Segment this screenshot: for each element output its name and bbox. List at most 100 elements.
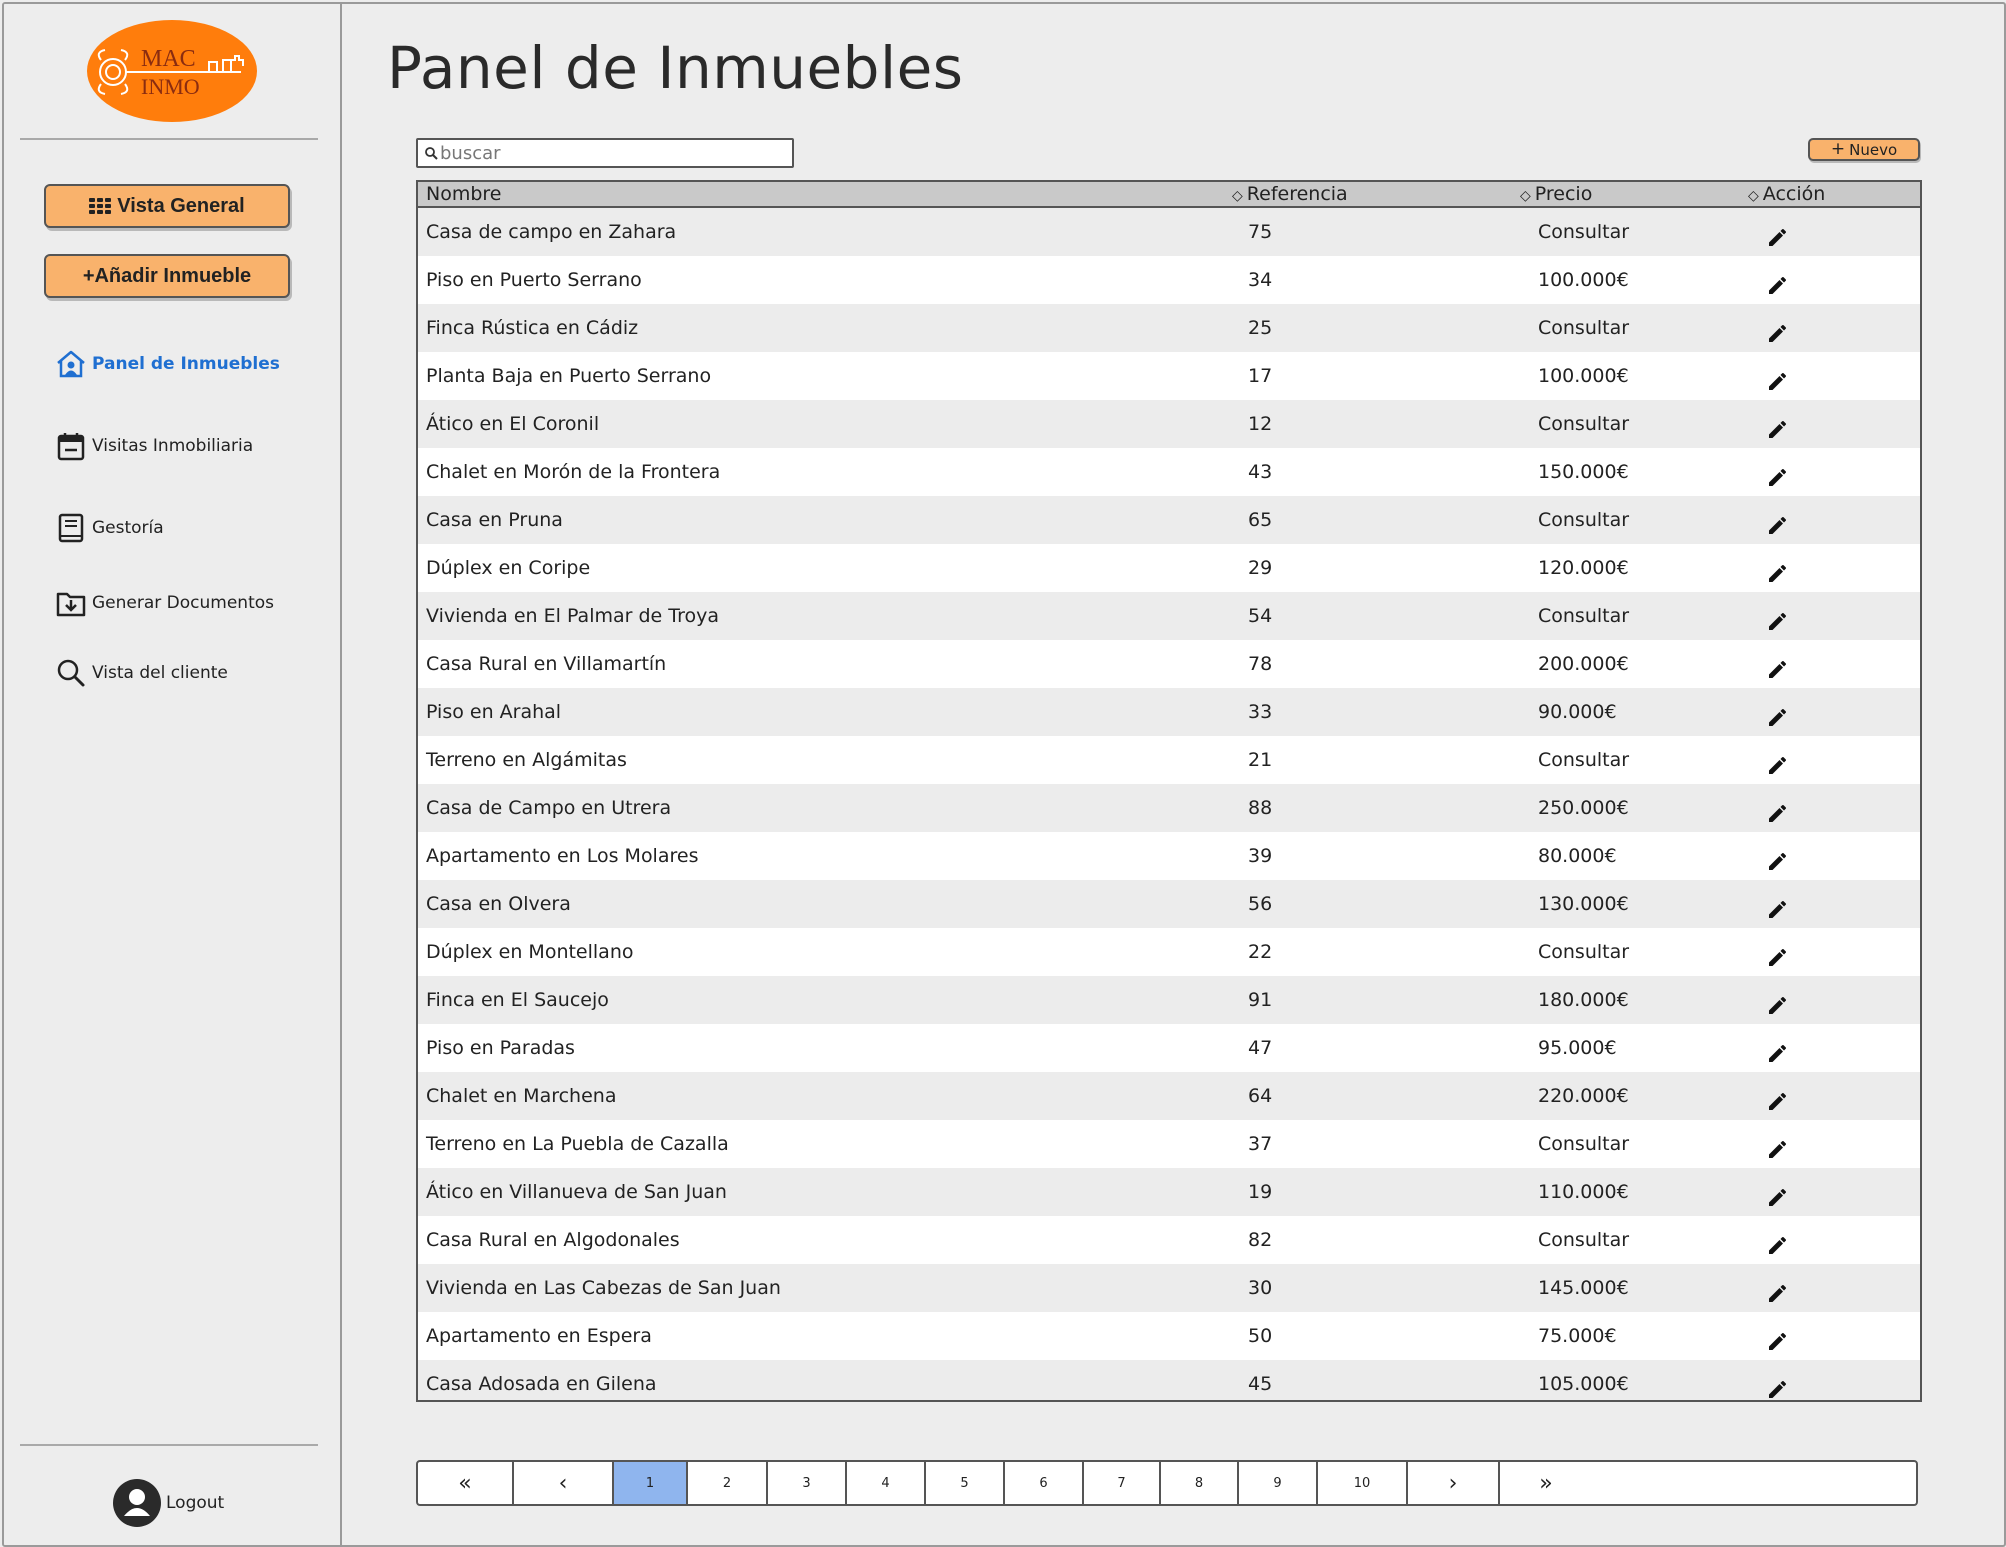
edit-button[interactable] xyxy=(1766,891,1792,918)
column-header-price[interactable]: ◇ Precio xyxy=(1520,182,1592,206)
edit-button[interactable] xyxy=(1766,747,1792,774)
app-window: MAC INMO Vista General +Añadir Inmueble xyxy=(2,2,2006,1547)
cell-name: Casa en Pruna xyxy=(426,509,563,531)
edit-button[interactable] xyxy=(1766,1179,1792,1206)
cell-price: 75.000€ xyxy=(1538,1325,1617,1347)
cell-price: 95.000€ xyxy=(1538,1037,1617,1059)
table-row: Chalet en Marchena 64 220.000€ xyxy=(418,1072,1920,1120)
edit-button[interactable] xyxy=(1766,1035,1792,1062)
sidebar-item-gestoria[interactable]: Gestoría xyxy=(54,511,164,545)
cell-ref: 12 xyxy=(1248,413,1273,435)
edit-button[interactable] xyxy=(1766,267,1792,294)
page-button-2[interactable]: 2 xyxy=(688,1462,768,1504)
table-row: Ático en Villanueva de San Juan 19 110.000… xyxy=(418,1168,1920,1216)
cell-name: Casa Rural en Villamartín xyxy=(426,653,667,675)
page-button-3[interactable]: 3 xyxy=(768,1462,847,1504)
search-box[interactable] xyxy=(416,138,794,168)
edit-button[interactable] xyxy=(1766,411,1792,438)
cell-name: Casa de campo en Zahara xyxy=(426,221,677,243)
page-button-5[interactable]: 5 xyxy=(926,1462,1005,1504)
edit-button[interactable] xyxy=(1766,699,1792,726)
edit-button[interactable] xyxy=(1766,555,1792,582)
page-first-button[interactable]: « xyxy=(418,1462,514,1504)
sidebar-item-label: Vista del cliente xyxy=(92,663,228,683)
table-body: Casa de campo en Zahara 75 Consultar Piso e… xyxy=(418,208,1920,1400)
key-logo-icon: MAC INMO xyxy=(97,46,244,99)
page-prev-button[interactable]: ‹ xyxy=(514,1462,614,1504)
edit-button[interactable] xyxy=(1766,1083,1792,1110)
cell-price: 150.000€ xyxy=(1538,461,1629,483)
page-next-button[interactable]: › xyxy=(1408,1462,1500,1504)
sidebar-item-visitas[interactable]: Visitas Inmobiliaria xyxy=(54,429,253,463)
cell-price: 90.000€ xyxy=(1538,701,1617,723)
edit-button[interactable] xyxy=(1766,987,1792,1014)
table-row: Planta Baja en Puerto Serrano 17 100.000€ xyxy=(418,352,1920,400)
page-button-10[interactable]: 10 xyxy=(1318,1462,1408,1504)
cell-name: Casa Rural en Algodonales xyxy=(426,1229,680,1251)
cell-ref: 91 xyxy=(1248,989,1273,1011)
cell-price: 100.000€ xyxy=(1538,269,1629,291)
column-header-ref[interactable]: ◇ Referencia xyxy=(1232,182,1348,206)
edit-button[interactable] xyxy=(1766,315,1792,342)
pencil-icon xyxy=(1766,277,1790,302)
edit-button[interactable] xyxy=(1766,219,1792,246)
table-row: Dúplex en Montellano 22 Consultar xyxy=(418,928,1920,976)
column-header-label: Referencia xyxy=(1246,183,1348,205)
column-header-name[interactable]: Nombre xyxy=(426,182,502,206)
vista-general-button[interactable]: Vista General xyxy=(44,184,290,228)
page-button-4[interactable]: 4 xyxy=(847,1462,926,1504)
page-button-9[interactable]: 9 xyxy=(1239,1462,1318,1504)
edit-button[interactable] xyxy=(1766,1227,1792,1254)
edit-button[interactable] xyxy=(1766,651,1792,678)
properties-table: Nombre ◇ Referencia ◇ Precio ◇ Acción Casa … xyxy=(416,180,1922,1402)
sidebar-item-vista-cliente[interactable]: Vista del cliente xyxy=(54,656,228,690)
page-button-7[interactable]: 7 xyxy=(1084,1462,1161,1504)
cell-price: 120.000€ xyxy=(1538,557,1629,579)
cell-name: Apartamento en Espera xyxy=(426,1325,652,1347)
edit-button[interactable] xyxy=(1766,1275,1792,1302)
cell-name: Chalet en Marchena xyxy=(426,1085,617,1107)
cell-name: Terreno en La Puebla de Cazalla xyxy=(426,1133,729,1155)
edit-button[interactable] xyxy=(1766,1131,1792,1158)
edit-button[interactable] xyxy=(1766,1323,1792,1350)
pencil-icon xyxy=(1766,997,1790,1022)
cell-price: Consultar xyxy=(1538,941,1630,963)
page-last-button[interactable]: » xyxy=(1500,1462,1592,1504)
page-button-8[interactable]: 8 xyxy=(1161,1462,1239,1504)
edit-button[interactable] xyxy=(1766,603,1792,630)
cell-name: Vivienda en El Palmar de Troya xyxy=(426,605,719,627)
cell-name: Casa de Campo en Utrera xyxy=(426,797,672,819)
column-header-action[interactable]: ◇ Acción xyxy=(1748,182,1825,206)
logout-button[interactable]: Logout xyxy=(112,1478,224,1528)
edit-button[interactable] xyxy=(1766,363,1792,390)
table-row: Casa Rural en Villamartín 78 200.000€ xyxy=(418,640,1920,688)
cell-name: Apartamento en Los Molares xyxy=(426,845,699,867)
pencil-icon xyxy=(1766,1093,1790,1118)
cell-ref: 82 xyxy=(1248,1229,1273,1251)
edit-button[interactable] xyxy=(1766,843,1792,870)
search-input[interactable] xyxy=(438,141,782,165)
pencil-icon xyxy=(1766,1381,1790,1400)
new-button[interactable]: + Nuevo xyxy=(1808,138,1920,161)
cell-ref: 39 xyxy=(1248,845,1273,867)
table-row: Casa en Olvera 56 130.000€ xyxy=(418,880,1920,928)
cell-ref: 17 xyxy=(1248,365,1273,387)
cell-price: 110.000€ xyxy=(1538,1181,1629,1203)
table-row: Casa Adosada en Gilena 45 105.000€ xyxy=(418,1360,1920,1400)
edit-button[interactable] xyxy=(1766,939,1792,966)
add-property-button[interactable]: +Añadir Inmueble xyxy=(44,254,290,298)
edit-button[interactable] xyxy=(1766,507,1792,534)
edit-button[interactable] xyxy=(1766,1371,1792,1398)
edit-button[interactable] xyxy=(1766,795,1792,822)
add-property-label: +Añadir Inmueble xyxy=(82,264,252,287)
cell-price: 130.000€ xyxy=(1538,893,1629,915)
sidebar-item-generar-documentos[interactable]: Generar Documentos xyxy=(54,586,274,620)
edit-button[interactable] xyxy=(1766,459,1792,486)
sidebar-item-label: Gestoría xyxy=(92,518,164,538)
cell-price: 200.000€ xyxy=(1538,653,1629,675)
page-button-1[interactable]: 1 xyxy=(614,1462,688,1504)
page-button-6[interactable]: 6 xyxy=(1005,1462,1084,1504)
cell-price: 180.000€ xyxy=(1538,989,1629,1011)
sidebar-item-panel-inmuebles[interactable]: Panel de Inmuebles xyxy=(54,347,280,381)
user-avatar-icon xyxy=(113,1479,161,1527)
